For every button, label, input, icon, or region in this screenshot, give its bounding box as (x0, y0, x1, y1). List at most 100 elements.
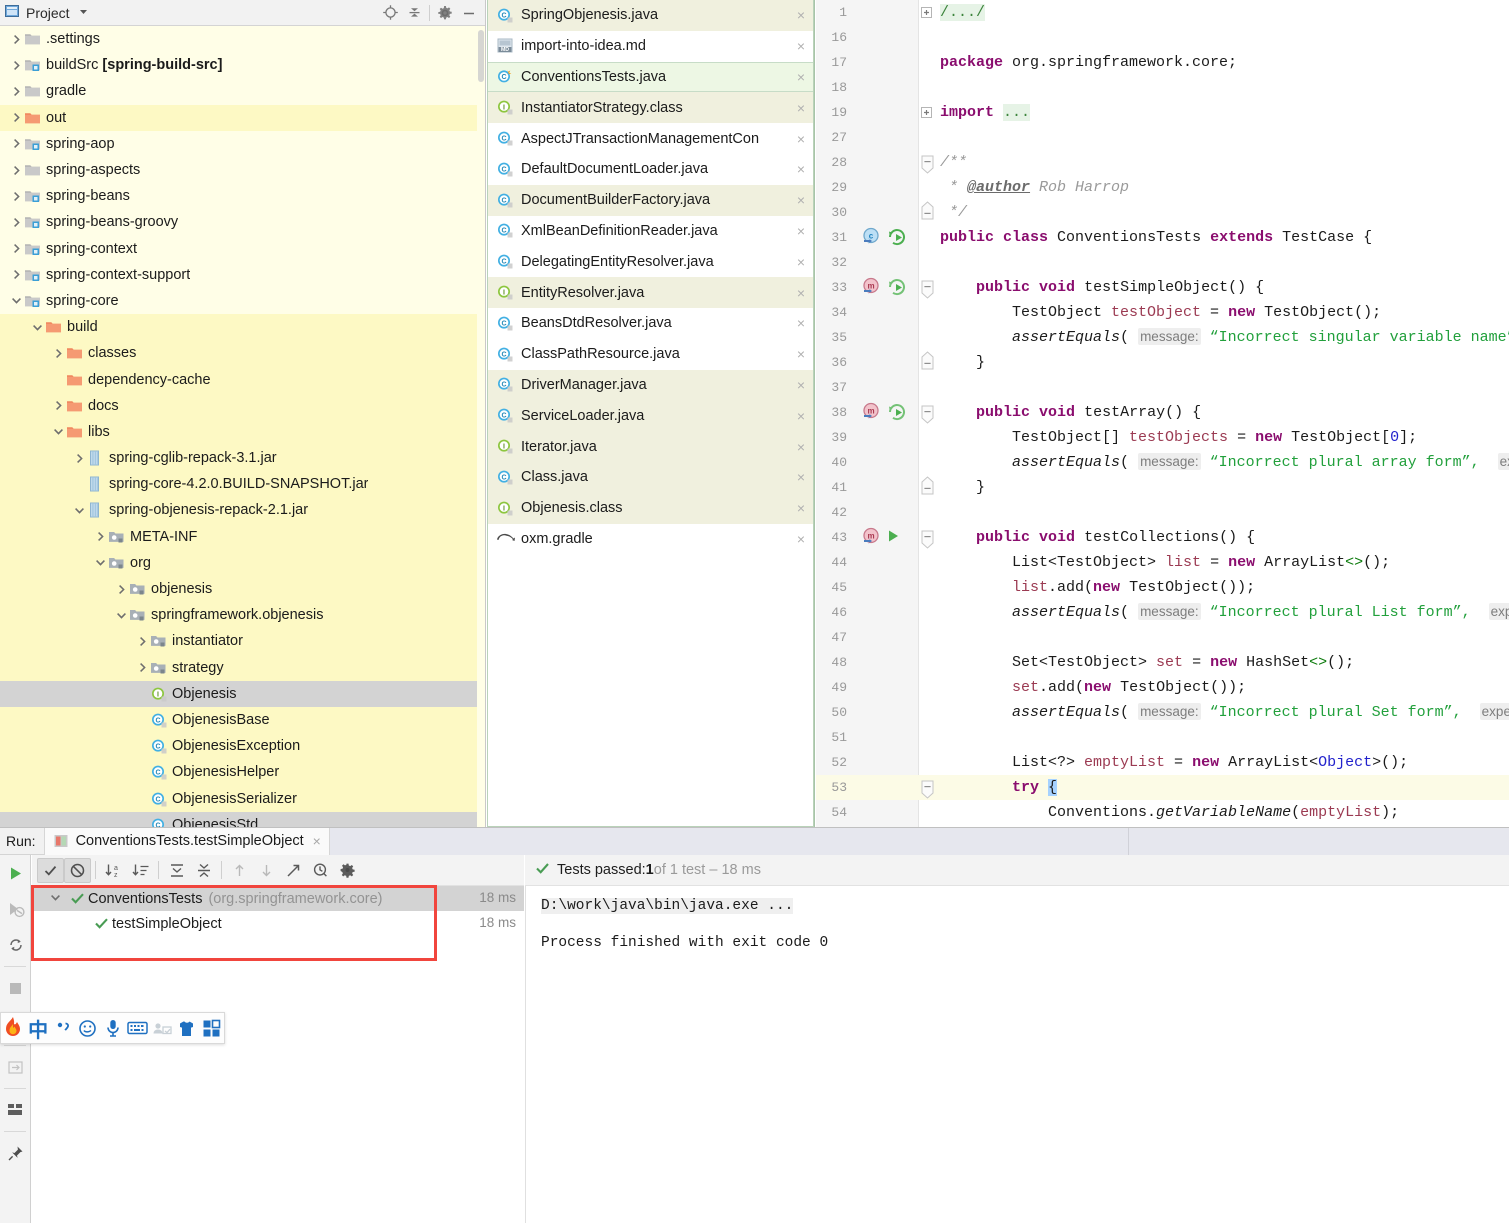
tree-node-objenesisexception[interactable]: C ObjenesisException (0, 733, 477, 760)
run-tab-conventions-tests[interactable]: ConventionsTests.testSimpleObject × (43, 827, 330, 855)
skin-icon[interactable] (174, 1013, 199, 1043)
chevron-right-icon[interactable] (53, 348, 64, 359)
close-icon[interactable]: × (793, 38, 809, 54)
tree-node-objenesis[interactable]: objenesis (0, 575, 477, 603)
tree-node-org[interactable]: org (0, 549, 477, 576)
test-row[interactable]: ConventionsTests (org.springframework.cor… (32, 886, 524, 911)
tree-toggle[interactable] (50, 345, 66, 361)
sort-by-duration-icon[interactable] (127, 858, 154, 883)
editor-line[interactable]: 52 List<?> emptyList = new ArrayList<Obj… (816, 750, 1509, 775)
settings-icon[interactable] (334, 858, 361, 883)
apps-icon[interactable] (199, 1013, 224, 1043)
tree-node-classes[interactable]: classes (0, 340, 477, 367)
tree-node-settings[interactable]: .settings (0, 26, 477, 52)
code-editor[interactable]: 1 /.../ 16 17 package org.springframework.co… (816, 0, 1509, 827)
chevron-right-icon[interactable] (11, 138, 22, 149)
editor-line[interactable]: 18 (816, 75, 1509, 100)
editor-line[interactable]: 53 try { (816, 775, 1509, 800)
editor-line[interactable]: 33 m public void testSimpleObject() { (816, 275, 1509, 300)
class-run-gutter-icon[interactable]: c (860, 227, 906, 250)
tree-toggle[interactable] (8, 110, 24, 126)
editor-line[interactable]: 37 (816, 375, 1509, 400)
file-row[interactable]: I Objenesis.class × (488, 492, 813, 524)
close-icon[interactable]: × (793, 531, 809, 547)
stop-icon[interactable] (0, 970, 31, 1006)
tree-node-spring-core[interactable]: spring-core (0, 288, 477, 314)
tree-toggle[interactable] (71, 502, 87, 518)
tree-node-objenesisstd[interactable]: C ObjenesisStd (0, 811, 477, 827)
fold-region-end-icon[interactable] (921, 201, 934, 223)
locate-icon[interactable] (378, 2, 402, 24)
tree-node-strategy[interactable]: strategy (0, 654, 477, 681)
close-icon[interactable]: × (793, 408, 809, 424)
rerun-failed-icon[interactable] (0, 891, 31, 927)
tree-node-build[interactable]: build (0, 314, 477, 341)
editor-line[interactable]: 19 import ... (816, 100, 1509, 125)
editor-line[interactable]: 32 (816, 250, 1509, 275)
tree-toggle[interactable] (29, 319, 45, 335)
console-output[interactable]: D:\work\java\bin\java.exe ... Process fi… (525, 886, 1509, 1223)
show-passed-icon[interactable] (37, 857, 64, 883)
chevron-down-icon[interactable] (11, 295, 22, 306)
file-row[interactable]: C SpringObjenesis.java × (488, 0, 813, 31)
chevron-right-icon[interactable] (137, 636, 148, 647)
tree-toggle[interactable] (8, 267, 24, 283)
file-row[interactable]: MD import-into-idea.md × (488, 30, 813, 62)
ime-toolbar[interactable]: 中 (0, 1012, 225, 1044)
editor-line[interactable]: 48 Set<TestObject> set = new HashSet<>()… (816, 650, 1509, 675)
tree-toggle[interactable] (8, 293, 24, 309)
close-icon[interactable]: × (793, 377, 809, 393)
file-row[interactable]: C ClassPathResource.java × (488, 338, 813, 370)
chinese-mode-icon[interactable]: 中 (26, 1013, 51, 1043)
project-tree-scrollbar[interactable] (477, 26, 485, 827)
export-icon[interactable] (280, 858, 307, 883)
close-icon[interactable]: × (793, 469, 809, 485)
tree-toggle[interactable] (113, 581, 129, 597)
tree-node-spring-objenesis-repack-2-1-jar[interactable]: spring-objenesis-repack-2.1.jar (0, 497, 477, 524)
editor-line[interactable]: 16 (816, 25, 1509, 50)
file-row[interactable]: C AspectJTransactionManagementCon × (488, 123, 813, 154)
editor-line[interactable]: 50 assertEquals( message: “Incorrect plu… (816, 700, 1509, 725)
emoji-icon[interactable] (75, 1013, 100, 1043)
file-row[interactable]: C DelegatingEntityResolver.java × (488, 246, 813, 278)
editor-line[interactable]: 44 List<TestObject> list = new ArrayList… (816, 550, 1509, 575)
next-failed-icon[interactable] (253, 858, 280, 883)
close-icon[interactable]: × (793, 285, 809, 301)
chevron-down-icon[interactable] (32, 322, 43, 333)
file-row[interactable]: C DocumentBuilderFactory.java × (488, 184, 813, 216)
chevron-right-icon[interactable] (11, 165, 22, 176)
tree-toggle[interactable] (92, 555, 108, 571)
wrap-text-icon[interactable] (0, 1049, 31, 1085)
tree-toggle[interactable] (8, 31, 24, 47)
editor-line[interactable]: 27 (816, 125, 1509, 150)
test-results-tree[interactable]: ConventionsTests (org.springframework.cor… (32, 886, 524, 1223)
close-icon[interactable]: × (793, 192, 809, 208)
tree-node-meta-inf[interactable]: META-INF (0, 523, 477, 550)
close-icon[interactable]: × (793, 161, 809, 177)
tree-node-spring-aop[interactable]: spring-aop (0, 131, 477, 157)
tree-node-dependency-cache[interactable]: dependency-cache (0, 366, 477, 393)
scrollbar-thumb[interactable] (478, 30, 484, 82)
editor-line[interactable]: 17 package org.springframework.core; (816, 50, 1509, 75)
tree-toggle[interactable] (8, 241, 24, 257)
method-run-gutter-icon[interactable]: m (860, 402, 906, 425)
file-row[interactable]: C Class.java × (488, 461, 813, 493)
tree-toggle[interactable] (8, 214, 24, 230)
project-tree[interactable]: .settings buildSrc [spring-build-src] grad… (0, 26, 477, 827)
close-icon[interactable]: × (793, 346, 809, 362)
editor-line[interactable]: 38 m public void testArray() { (816, 400, 1509, 425)
editor-line[interactable]: 36 } (816, 350, 1509, 375)
editor-line[interactable]: 42 (816, 500, 1509, 525)
editor-line[interactable]: 34 TestObject testObject = new TestObjec… (816, 300, 1509, 325)
file-row[interactable]: I Iterator.java × (488, 431, 813, 462)
test-results-toolbar[interactable]: az (32, 855, 524, 886)
collapse-all-icon[interactable] (402, 2, 426, 24)
microphone-icon[interactable] (100, 1013, 125, 1043)
console-icon[interactable] (0, 1092, 31, 1128)
editor-line[interactable]: 29 * @author Rob Harrop (816, 175, 1509, 200)
tree-node-instantiator[interactable]: instantiator (0, 628, 477, 655)
editor-line[interactable]: 49 set.add(new TestObject()); (816, 675, 1509, 700)
tree-node-spring-beans-groovy[interactable]: spring-beans-groovy (0, 209, 477, 235)
tree-toggle[interactable] (8, 162, 24, 178)
fold-region-end-icon[interactable] (921, 476, 934, 498)
